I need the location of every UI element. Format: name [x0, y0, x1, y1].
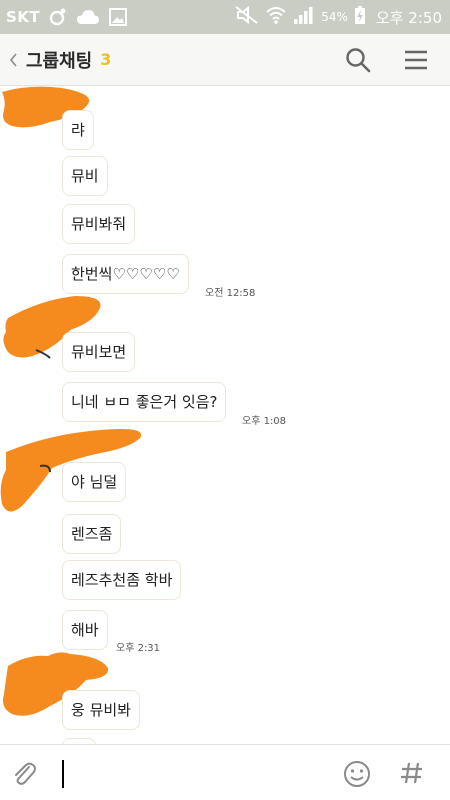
hash-icon — [401, 762, 422, 784]
message-bubble: 야 님덜 — [62, 462, 127, 502]
chat-title: 그룹채팅 — [26, 50, 93, 72]
message-timestamp: 오후 1:08 — [242, 416, 287, 427]
status-time: 오후 2:50 — [375, 8, 442, 27]
attach-button[interactable] — [10, 759, 38, 787]
signal-icon — [293, 5, 315, 29]
emoticon-button[interactable] — [342, 759, 372, 789]
chevron-left-icon — [9, 52, 17, 67]
cloud-icon — [76, 8, 100, 26]
status-right: 54% 오후 2:50 — [235, 0, 442, 34]
chat-header: 그룹채팅 3 — [0, 34, 450, 86]
smiley-icon — [344, 761, 370, 787]
carrier-label: SKT — [6, 8, 41, 26]
back-button[interactable] — [6, 45, 22, 75]
gallery-icon — [108, 7, 128, 27]
message-bubble: 해바 — [62, 610, 108, 650]
search-button[interactable] — [344, 46, 372, 74]
member-count: 3 — [100, 50, 112, 69]
menu-button[interactable] — [402, 46, 430, 74]
wifi-icon — [265, 5, 287, 29]
hamburger-menu-icon — [405, 50, 427, 70]
message-timestamp: 오후 2:31 — [116, 643, 161, 654]
text-cursor — [62, 760, 64, 788]
location-settings-icon — [48, 7, 68, 27]
message-timestamp: 오전 12:58 — [205, 288, 256, 299]
message-bubble: 뮤비봐줘 — [62, 204, 136, 244]
message-input[interactable] — [52, 755, 332, 791]
battery-charging-icon — [354, 5, 366, 29]
message-bubble: 뮤비 — [62, 156, 108, 196]
message-bubble: 니네 ㅂㅁ 좋은거 잇음? — [62, 382, 227, 422]
search-icon — [346, 48, 371, 73]
message-input-bar — [0, 744, 450, 800]
message-bubble: 랴 — [62, 110, 94, 150]
message-bubble: 한번씩♡♡♡♡♡ — [62, 254, 189, 294]
message-bubble: 레즈추천좀 학바 — [62, 560, 182, 600]
message-bubble: 뮤비보면 — [62, 332, 136, 372]
message-bubble: 렌즈좀 — [62, 514, 122, 554]
battery-percent: 54% — [321, 10, 348, 24]
status-bar: SKT 54% 오후 2:50 — [0, 0, 450, 34]
mute-icon — [235, 5, 259, 29]
chat-message-list[interactable]: 랴 뮤비 뮤비봐줘 한번씩♡♡♡♡♡ 오전 12:58 뮤비보면 니네 ㅂㅁ 좋… — [0, 86, 450, 744]
paperclip-icon — [15, 762, 36, 785]
hashtag-button[interactable] — [398, 759, 426, 787]
message-bubble: 웅 뮤비봐 — [62, 690, 140, 730]
